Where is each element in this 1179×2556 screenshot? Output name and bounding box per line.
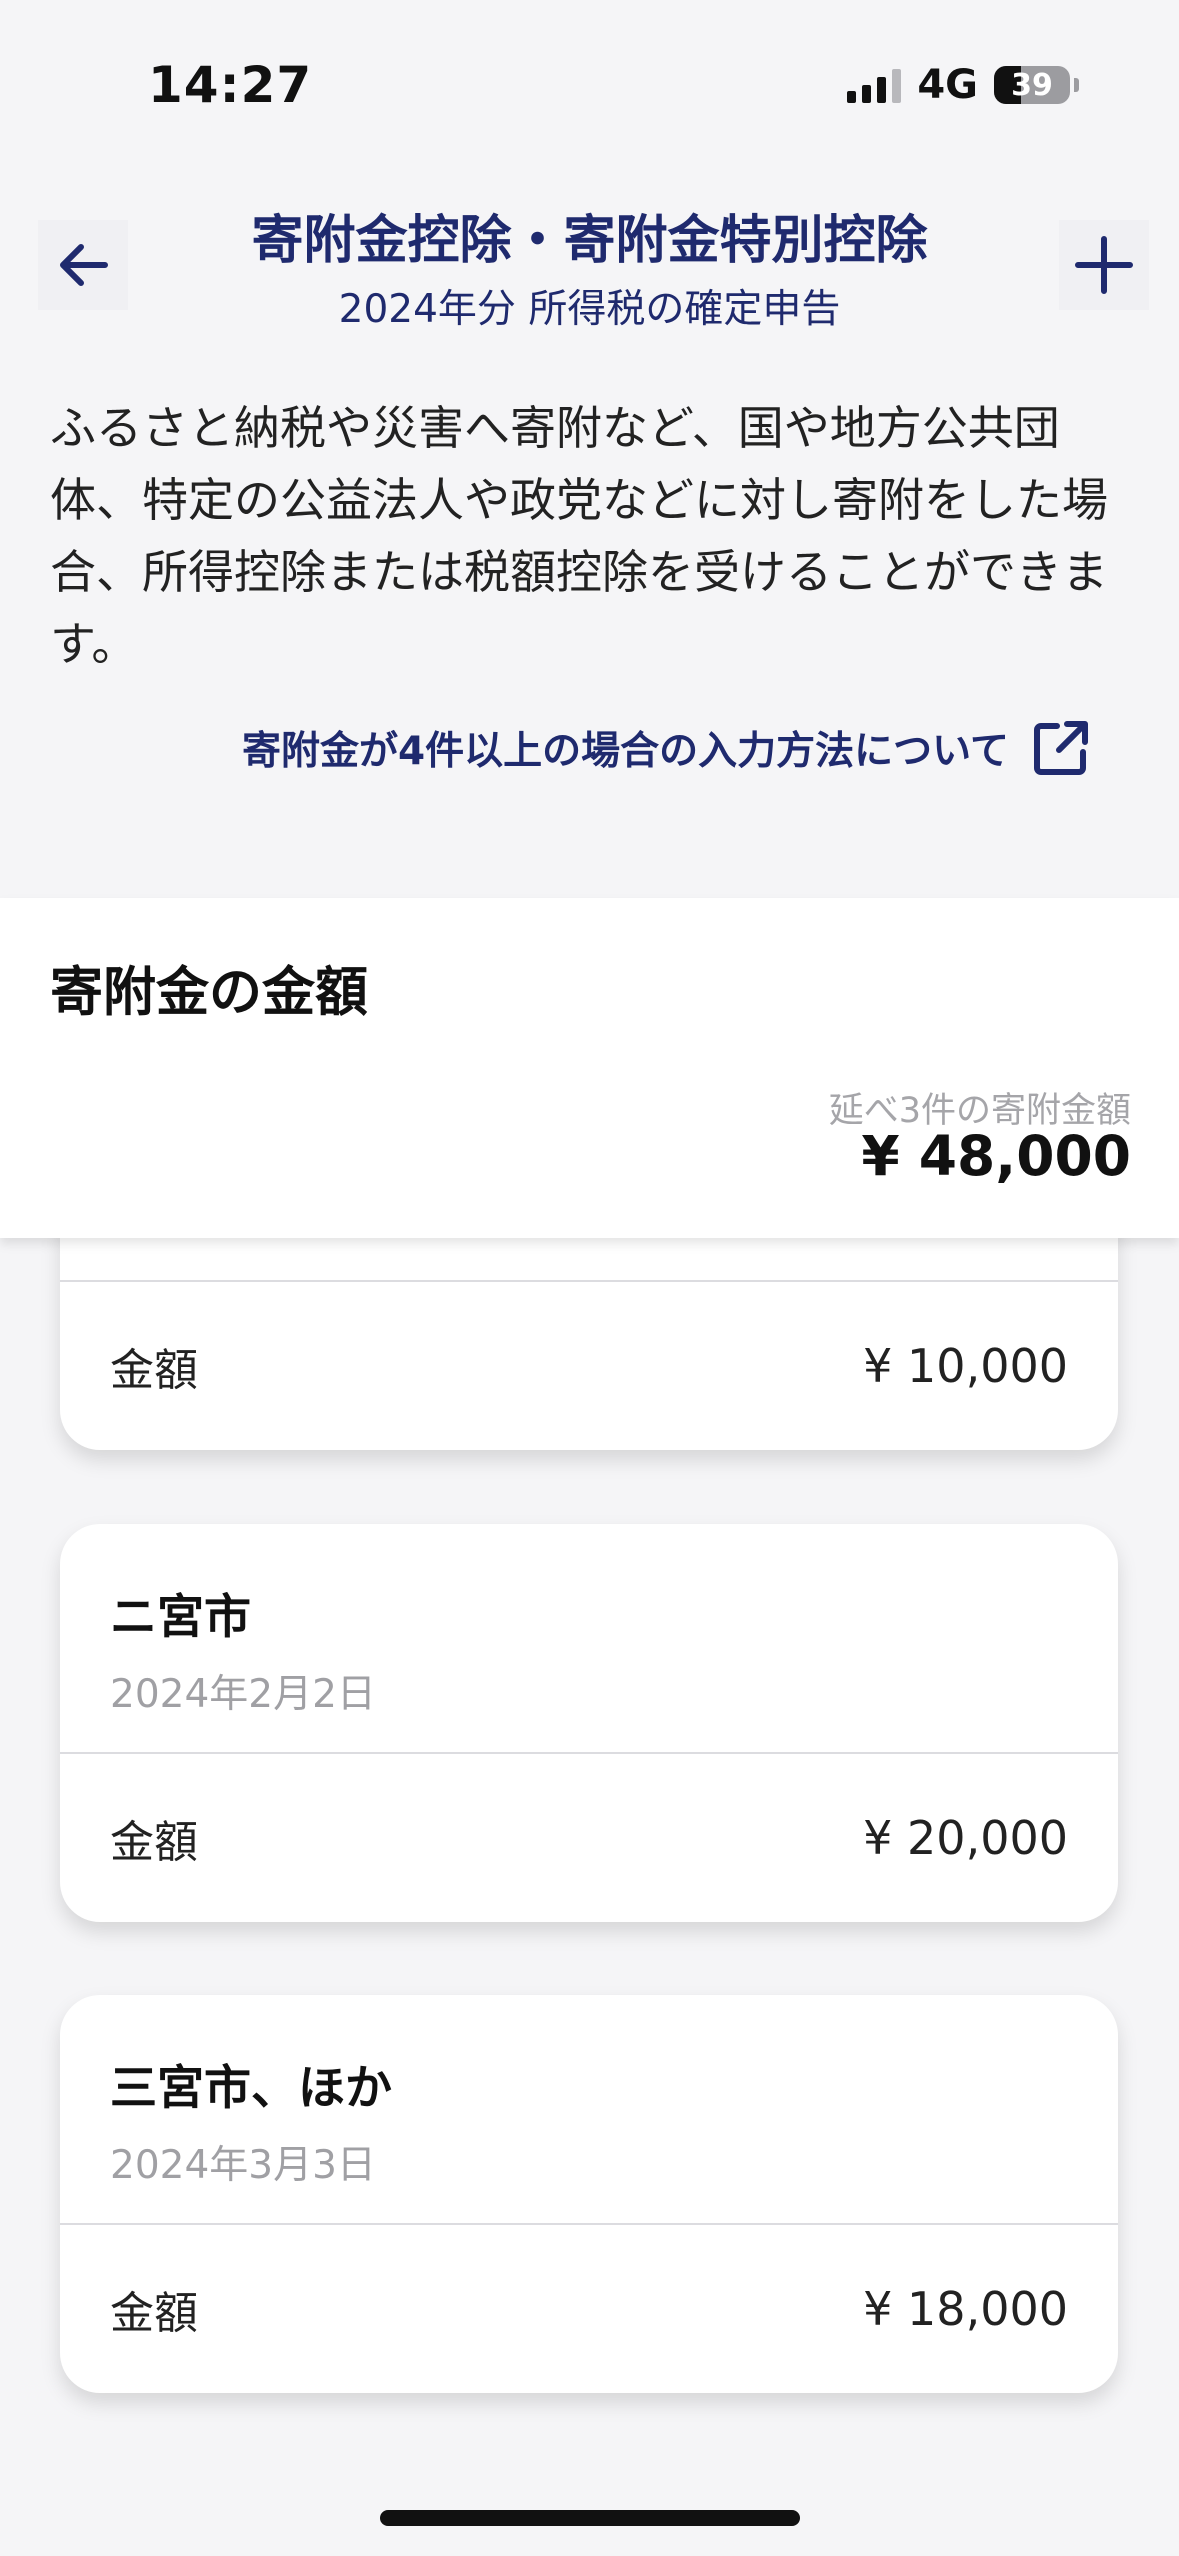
page-subtitle: 2024年分 所得税の確定申告	[338, 287, 841, 332]
donation-date: 2024年3月3日	[110, 2143, 376, 2188]
home-indicator[interactable]	[380, 2510, 800, 2526]
amount-row: 金額 ¥ 18,000	[60, 2225, 1118, 2393]
donation-card[interactable]: ニ宮市 2024年2月2日 金額 ¥ 20,000	[60, 1524, 1118, 1922]
summary-title: 寄附金の金額	[50, 962, 368, 1023]
amount-row: 金額 ¥ 10,000	[60, 1282, 1118, 1450]
donation-recipient: 三宮市、ほか	[110, 2061, 392, 2116]
description-text: ふるさと納税や災害へ寄附など、国や地方公共団体、特定の公益法人や政党などに対し寄…	[50, 401, 1108, 671]
summary-total: ¥ 48,000	[861, 1124, 1131, 1188]
help-link[interactable]: 寄附金が4件以上の場合の入力方法について	[242, 718, 1091, 778]
battery-icon: 39	[994, 66, 1070, 104]
amount-label: 金額	[110, 1345, 198, 1396]
donation-summary: 寄附金の金額 延べ3件の寄附金額 ¥ 48,000	[0, 898, 1179, 1238]
network-type: 4G	[917, 62, 978, 108]
help-link-label: 寄附金が4件以上の場合の入力方法について	[242, 729, 1009, 774]
amount-row: 金額 ¥ 20,000	[60, 1754, 1118, 1922]
card-head: 三宮市、ほか 2024年3月3日	[60, 1995, 1118, 2225]
add-donation-button[interactable]	[1059, 220, 1149, 310]
signal-icon	[847, 67, 902, 103]
amount-value: ¥ 10,000	[863, 1339, 1068, 1393]
amount-label: 金額	[110, 2288, 198, 2339]
amount-value: ¥ 20,000	[863, 1811, 1068, 1865]
status-time: 14:27	[148, 56, 313, 114]
status-indicators: 4G 39	[847, 62, 1079, 108]
amount-label: 金額	[110, 1817, 198, 1868]
donation-date: 2024年2月2日	[110, 1672, 376, 1717]
battery-cap	[1074, 78, 1079, 92]
donation-card[interactable]: 三宮市、ほか 2024年3月3日 金額 ¥ 18,000	[60, 1995, 1118, 2393]
plus-icon	[1075, 236, 1133, 294]
nav-bar: 寄附金控除・寄附金特別控除 2024年分 所得税の確定申告	[0, 180, 1179, 350]
card-head: ニ宮市 2024年2月2日	[60, 1524, 1118, 1754]
external-link-icon	[1034, 721, 1088, 775]
page-title: 寄附金控除・寄附金特別控除	[251, 211, 928, 271]
amount-value: ¥ 18,000	[863, 2282, 1068, 2336]
battery-level: 39	[1011, 67, 1053, 103]
screen: 14:27 4G 39 寄附金控除・寄附金特別控除 2024年分 所得税の確定申…	[0, 0, 1179, 2556]
donation-recipient: ニ宮市	[110, 1590, 251, 1645]
